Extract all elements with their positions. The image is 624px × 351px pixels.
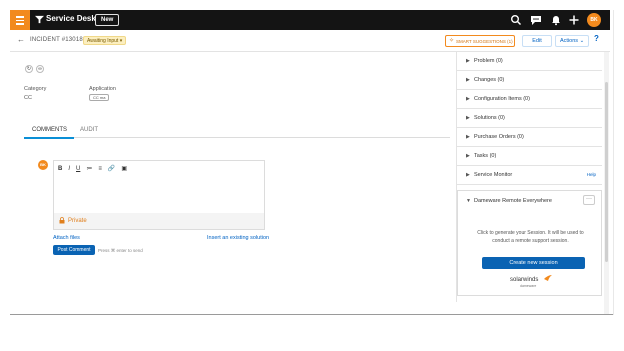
attach-files-link[interactable]: Attach files bbox=[53, 235, 80, 241]
window-right-edge bbox=[613, 10, 614, 315]
post-comment-button[interactable]: Post Comment bbox=[53, 245, 95, 255]
category-value: CC bbox=[24, 95, 32, 101]
bold-button[interactable]: B bbox=[58, 166, 62, 172]
post-hint: Press ⌘ enter to send bbox=[98, 248, 143, 253]
collapse-icon[interactable]: ▼ bbox=[466, 198, 471, 204]
related-item-label: Solutions (0) bbox=[474, 115, 505, 121]
related-item-label: Changes (0) bbox=[474, 77, 505, 83]
expand-icon: ▶ bbox=[466, 153, 470, 159]
actions-label: Actions bbox=[560, 38, 579, 44]
notifications-icon[interactable] bbox=[550, 14, 562, 26]
record-tools: ↻ ∞ bbox=[25, 57, 47, 75]
dameware-title: Dameware Remote Everywhere bbox=[474, 198, 552, 204]
dameware-description: Click to generate your Session. It will … bbox=[477, 230, 584, 244]
related-item-tasks[interactable]: ▶ Tasks (0) bbox=[457, 147, 602, 166]
smart-suggestions-label: SMART SUGGESTIONS (1) bbox=[456, 39, 513, 44]
link-icon[interactable]: ∞ bbox=[36, 65, 44, 73]
service-monitor-help-link[interactable]: Help bbox=[587, 172, 596, 177]
dameware-card: ▼ Dameware Remote Everywhere ··· Click t… bbox=[457, 190, 602, 296]
incident-number: INCIDENT #13018 bbox=[30, 37, 83, 43]
bullet-list-icon[interactable]: ≔ bbox=[86, 165, 92, 172]
add-icon[interactable] bbox=[568, 14, 580, 26]
comment-avatar: BK bbox=[38, 160, 48, 170]
underline-button[interactable]: U bbox=[76, 166, 80, 172]
menu-icon[interactable] bbox=[10, 10, 30, 30]
expand-icon: ▶ bbox=[466, 58, 470, 64]
active-tab-indicator bbox=[24, 137, 74, 139]
solarwinds-logo: solarwinds dameware bbox=[510, 275, 556, 289]
application-chip: CC ma bbox=[89, 94, 110, 101]
window-bottom-edge bbox=[10, 314, 614, 315]
refresh-icon[interactable]: ↻ bbox=[25, 65, 33, 73]
chevron-down-icon: ⌄ bbox=[579, 38, 585, 44]
private-label: Private bbox=[68, 218, 87, 224]
back-arrow-icon[interactable]: ← bbox=[17, 35, 25, 44]
search-icon[interactable] bbox=[510, 14, 522, 26]
chat-icon[interactable] bbox=[530, 14, 542, 26]
editor-toolbar: B I U ≔ ≡ 🔗 ▣ bbox=[58, 165, 133, 172]
app-title: Service Desk bbox=[46, 14, 96, 23]
right-panel-scrollbar[interactable] bbox=[604, 52, 609, 315]
insert-solution-link[interactable]: Insert an existing solution bbox=[207, 235, 269, 241]
private-toggle[interactable]: Private bbox=[53, 213, 265, 230]
related-item-label: Purchase Orders (0) bbox=[474, 134, 524, 140]
dameware-wordmark: dameware bbox=[520, 284, 537, 288]
new-button[interactable]: New bbox=[95, 14, 120, 26]
related-items-panel: ▶ Problem (0) ▶ Changes (0) ▶ Configuration… bbox=[456, 52, 602, 302]
related-item-problem[interactable]: ▶ Problem (0) bbox=[457, 52, 602, 71]
expand-icon: ▶ bbox=[466, 115, 470, 121]
expand-icon: ▶ bbox=[466, 172, 470, 178]
solarwinds-wordmark: solarwinds bbox=[510, 277, 539, 283]
more-options-button[interactable]: ··· bbox=[583, 195, 595, 205]
tab-bar: COMMENTS AUDIT bbox=[24, 124, 450, 138]
related-item-configuration-items[interactable]: ▶ Configuration Items (0) bbox=[457, 90, 602, 109]
numbered-list-icon[interactable]: ≡ bbox=[98, 166, 102, 172]
related-item-label: Configuration Items (0) bbox=[474, 96, 530, 102]
application-label: Application bbox=[89, 86, 116, 92]
app-window: Service Desk New BK ← INCIDENT #13018 Aw… bbox=[10, 10, 610, 315]
related-item-service-monitor[interactable]: ▶ Service Monitor Help bbox=[457, 166, 602, 185]
related-item-purchase-orders[interactable]: ▶ Purchase Orders (0) bbox=[457, 128, 602, 147]
related-item-solutions[interactable]: ▶ Solutions (0) bbox=[457, 109, 602, 128]
expand-icon: ▶ bbox=[466, 134, 470, 140]
status-dropdown[interactable]: Awaiting Input ▾ bbox=[83, 36, 127, 45]
tab-audit[interactable]: AUDIT bbox=[80, 127, 98, 133]
incident-header: ← INCIDENT #13018 Awaiting Input ▾ ✧ SMA… bbox=[10, 30, 610, 52]
image-icon[interactable]: ▣ bbox=[121, 165, 127, 172]
edit-button[interactable]: Edit bbox=[522, 35, 552, 47]
related-item-label: Tasks (0) bbox=[474, 153, 497, 159]
italic-button[interactable]: I bbox=[68, 166, 70, 172]
top-bar: Service Desk New BK bbox=[10, 10, 610, 30]
status-label: Awaiting Input bbox=[87, 38, 119, 44]
tab-comments[interactable]: COMMENTS bbox=[32, 127, 67, 133]
related-item-label: Service Monitor bbox=[474, 172, 513, 178]
user-avatar[interactable]: BK bbox=[587, 13, 601, 27]
category-label: Category bbox=[24, 86, 47, 92]
expand-icon: ▶ bbox=[466, 77, 470, 83]
service-desk-logo-icon bbox=[35, 15, 44, 24]
smart-suggestions-button[interactable]: ✧ SMART SUGGESTIONS (1) bbox=[445, 35, 515, 47]
expand-icon: ▶ bbox=[466, 96, 470, 102]
create-new-session-button[interactable]: Create new session bbox=[482, 257, 585, 269]
related-item-changes[interactable]: ▶ Changes (0) bbox=[457, 71, 602, 90]
lock-icon bbox=[59, 217, 65, 224]
help-icon[interactable]: ? bbox=[594, 34, 599, 43]
related-item-label: Problem (0) bbox=[474, 58, 503, 64]
scrollbar-thumb[interactable] bbox=[605, 82, 608, 262]
solarwinds-bird-icon bbox=[544, 275, 552, 281]
sparkle-icon: ✧ bbox=[449, 38, 455, 44]
link-icon[interactable]: 🔗 bbox=[108, 165, 115, 172]
actions-dropdown[interactable]: Actions ⌄ bbox=[555, 35, 589, 47]
